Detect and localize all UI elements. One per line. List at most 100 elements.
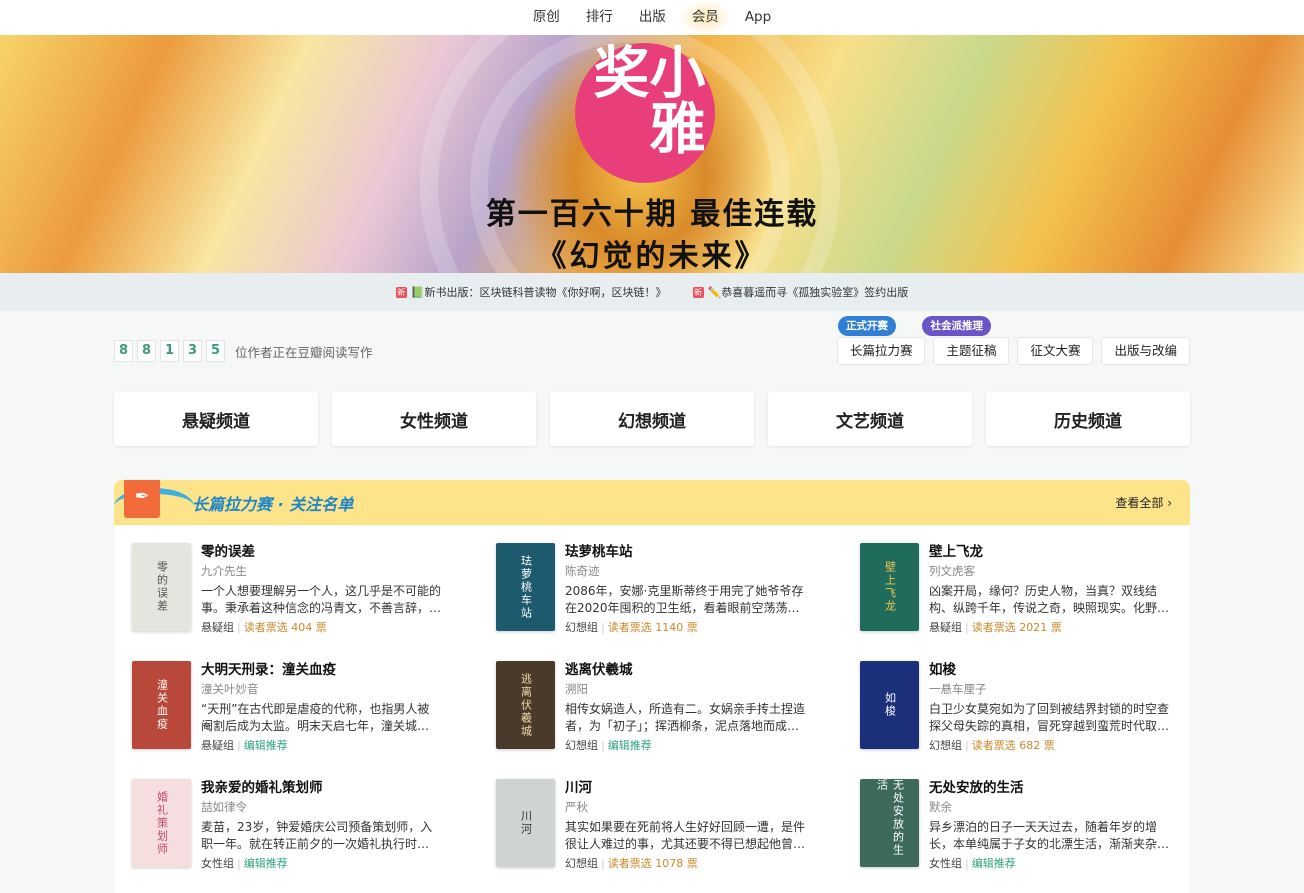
book-info: 川河严秋其实如果要在死前将人生好好回顾一遭，是件很让人难过的事，尤其还要不得已想…	[565, 779, 805, 871]
book-info: 珐萝桃车站陈奇迹 2086年，安娜·克里斯蒂终于用完了她爷爷存在2020年囤积的卫…	[565, 543, 805, 634]
view-all-link[interactable]: 查看全部 ›	[1115, 494, 1172, 511]
book-group: 幻想组	[565, 857, 598, 870]
book-group: 幻想组	[929, 739, 962, 752]
book-author[interactable]: 列文虎客	[929, 563, 1169, 579]
meta-divider: |	[237, 621, 241, 634]
activity-badge: 正式开赛	[837, 316, 896, 336]
channel-tabs: 悬疑频道 女性频道 幻想频道 文艺频道 历史频道	[114, 392, 1190, 446]
book-description: 相传女娲造人，所造有二。女娲亲手抟土捏造者，为「初子」；挥洒柳条，泥点落地而成…	[565, 702, 805, 733]
panel-title: 长篇拉力赛 · 关注名单	[192, 494, 354, 514]
notice-item[interactable]: 新 📗新书出版：区块链科普读物《你好啊，区块链！》	[395, 284, 667, 300]
book-title[interactable]: 我亲爱的婚礼策划师	[201, 779, 441, 797]
book-tag: 编辑推荐	[243, 857, 288, 870]
book-group: 女性组	[929, 857, 962, 870]
book-cover[interactable]: 如梭	[860, 661, 919, 749]
book-cover[interactable]: 无处安放的生活	[860, 779, 919, 867]
book-author[interactable]: 一悬车厘子	[929, 681, 1169, 697]
book-description: 一个人想要理解另一个人，这几乎是不可能的事。秉承着这种信念的冯青文，不善言辞，…	[201, 584, 441, 615]
activity-button-label: 主题征稿	[946, 343, 997, 358]
book-cover[interactable]: 川河	[496, 779, 555, 867]
book-title[interactable]: 如梭	[929, 661, 1169, 679]
nav-item-3[interactable]: 会员	[678, 0, 732, 35]
book-info: 如梭一悬车厘子白卫少女莫宛如为了回到被结界封锁的时空查探父母失踪的真相，冒死穿越…	[929, 661, 1169, 752]
book-meta: 女性组 | 编辑推荐	[201, 857, 441, 871]
book-tag: 编辑推荐	[607, 739, 652, 752]
activity-button[interactable]: 征文大赛	[1017, 337, 1094, 365]
book-card[interactable]: 无处安放的生活 无处安放的生活 默余 异乡漂泊的日子一天天过去，随着年岁的增长，本单纯…	[860, 779, 1190, 871]
book-card[interactable]: 逃离伏羲城 逃离伏羲城 溯阳 相传女娲造人，所造有二。女娲亲手抟土捏造者，为「初子」；…	[496, 661, 860, 753]
book-tag: 读者票选 682 票	[971, 739, 1055, 752]
top-nav: 原创 排行 出版 会员 App	[0, 0, 1304, 35]
meta-divider: |	[965, 857, 969, 870]
book-card[interactable]: 零的误差 零的误差 九介先生 一个人想要理解另一个人，这几乎是不可能的事。秉承着这种信…	[132, 543, 496, 634]
nav-item-0[interactable]: 原创	[520, 0, 573, 35]
activity-button[interactable]: 主题征稿 社会派推理	[922, 316, 1010, 365]
book-description: 白卫少女莫宛如为了回到被结界封锁的时空查探父母失踪的真相，冒死穿越到蛮荒时代取…	[929, 702, 1169, 733]
book-info: 大明天刑录：潼关血疫 潼关叶妙音 “天刑”在古代即是虐疫的代称，也指男人被阉割后成为…	[201, 661, 441, 753]
book-description: 2086年，安娜·克里斯蒂终于用完了她爷爷存在2020年囤积的卫生纸，看着眼前空…	[565, 584, 804, 615]
book-card[interactable]: 如梭 如梭 一悬车厘子 白卫少女莫宛如为了回到被结界封锁的时空查探父母失踪的真相，冒死…	[860, 661, 1190, 752]
book-card[interactable]: 川河 川河 严秋 其实如果要在死前将人生好好回顾一遭，是件很让人难过的事，尤其还要不得…	[496, 779, 860, 871]
book-card[interactable]: 潼关血疫 大明天刑录：潼关血疫 潼关叶妙音 “天刑”在古代即是虐疫的代称，也指男人被阉…	[132, 661, 496, 753]
channel-tab[interactable]: 文艺频道	[768, 392, 972, 446]
book-title[interactable]: 零的误差	[201, 543, 441, 561]
book-info: 零的误差九介先生一个人想要理解另一个人，这几乎是不可能的事。秉承着这种信念的冯青…	[201, 543, 441, 634]
book-title[interactable]: 川河	[565, 779, 805, 797]
activity-button[interactable]: 出版与改编	[1101, 337, 1190, 365]
nav-item-4[interactable]: App	[732, 0, 784, 35]
book-title[interactable]: 无处安放的生活	[929, 779, 1169, 797]
rally-panel: ✒ 长篇拉力赛 · 关注名单 查看全部 › 零的误差 零的误差 九介先生 一个人想要理…	[114, 480, 1190, 893]
book-group: 幻想组	[565, 739, 598, 752]
author-counter: 8 8 1 3 5 位作者正在豆瓣阅读写作	[114, 340, 373, 362]
book-tag: 读者票选 1140 票	[607, 621, 698, 634]
book-group: 女性组	[201, 857, 234, 870]
award-seal: 小雅奖	[575, 43, 715, 183]
book-meta: 幻想组 | 读者票选 1078 票	[565, 857, 805, 871]
book-author[interactable]: 九介先生	[201, 563, 441, 579]
book-cover[interactable]: 零的误差	[132, 543, 191, 631]
book-title[interactable]: 壁上飞龙	[929, 543, 1169, 561]
book-info: 壁上飞龙列文虎客凶案开局，缘何？历史人物，当真？双线结构、纵跨千年，传说之奇，映…	[929, 543, 1169, 634]
book-cover[interactable]: 婚礼策划师	[132, 779, 191, 867]
book-description: 其实如果要在死前将人生好好回顾一遭，是件很让人难过的事，尤其还要不得已想起他曾…	[565, 820, 805, 851]
book-author[interactable]: 严秋	[565, 799, 805, 815]
activity-button-label: 长篇拉力赛	[849, 343, 913, 358]
meta-divider: |	[237, 857, 241, 870]
nav-item-1[interactable]: 排行	[573, 0, 626, 35]
book-description: 麦苗，23岁，钟爱婚庆公司预备策划师，入职一年。就在转正前夕的一次婚礼执行时，她…	[201, 820, 433, 851]
meta-divider: |	[601, 857, 605, 870]
channel-tab[interactable]: 悬疑频道	[114, 392, 318, 446]
book-card[interactable]: 壁上飞龙 壁上飞龙 列文虎客 凶案开局，缘何？历史人物，当真？双线结构、纵跨千年，传说…	[860, 543, 1190, 634]
book-author[interactable]: 溯阳	[565, 681, 805, 697]
counter-digit: 8	[114, 340, 133, 362]
book-author[interactable]: 陈奇迹	[565, 563, 805, 579]
book-author[interactable]: 默余	[929, 799, 1169, 815]
notice-item[interactable]: 新 ✏️恭喜暮遥而寻《孤独实验室》签约出版	[692, 284, 908, 300]
activity-button[interactable]: 长篇拉力赛 正式开赛	[836, 316, 926, 365]
book-title[interactable]: 大明天刑录：潼关血疫	[201, 661, 441, 679]
channel-tab[interactable]: 历史频道	[986, 392, 1190, 446]
book-meta: 幻想组 | 编辑推荐	[565, 739, 805, 753]
book-description: 凶案开局，缘何？历史人物，当真？双线结构、纵跨千年，传说之奇，映照现实。化野…	[929, 584, 1169, 615]
book-cover[interactable]: 壁上飞龙	[860, 543, 919, 631]
book-meta: 女性组 | 编辑推荐	[929, 857, 1169, 871]
book-title[interactable]: 逃离伏羲城	[565, 661, 805, 679]
book-card[interactable]: 婚礼策划师 我亲爱的婚礼策划师 喆如律令麦苗，23岁，钟爱婚庆公司预备策划师，入职一…	[132, 779, 496, 871]
channel-tab[interactable]: 女性频道	[332, 392, 536, 446]
book-cover[interactable]: 逃离伏羲城	[496, 661, 555, 749]
book-group: 悬疑组	[201, 621, 234, 634]
book-meta: 悬疑组 | 编辑推荐	[201, 739, 441, 753]
book-author[interactable]: 潼关叶妙音	[201, 681, 441, 697]
book-title[interactable]: 珐萝桃车站	[565, 543, 805, 561]
book-tag: 读者票选 404 票	[243, 621, 327, 634]
channel-tab[interactable]: 幻想频道	[550, 392, 754, 446]
book-description: “天刑”在古代即是虐疫的代称，也指男人被阉割后成为太监。明末天启七年，潼关城发生…	[201, 702, 441, 733]
book-cover[interactable]: 珐萝桃车站	[496, 543, 555, 631]
meta-divider: |	[965, 621, 969, 634]
hero-banner[interactable]: 小雅奖 第一百六十期 最佳连载 《幻觉的未来》	[0, 35, 1304, 273]
book-author[interactable]: 喆如律令	[201, 799, 441, 815]
book-card[interactable]: 珐萝桃车站 珐萝桃车站 陈奇迹 2086年，安娜·克里斯蒂终于用完了她爷爷存在2020…	[496, 543, 860, 634]
book-cover[interactable]: 潼关血疫	[132, 661, 191, 749]
hero-headline: 第一百六十期 最佳连载	[485, 197, 819, 232]
nav-item-2[interactable]: 出版	[626, 0, 679, 35]
